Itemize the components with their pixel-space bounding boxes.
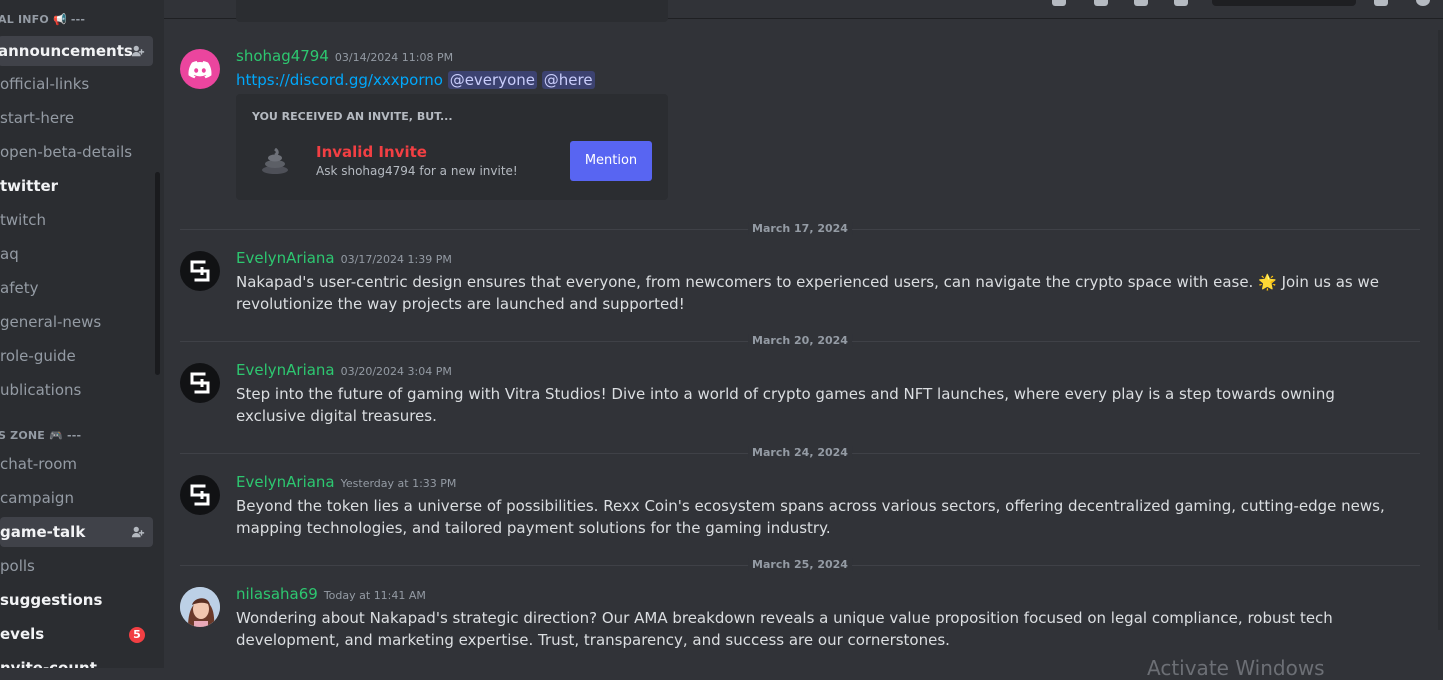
message-content: https://discord.gg/xxxporno @everyone @h… (236, 69, 1396, 91)
channel-levels[interactable]: evels 5 (0, 619, 153, 649)
message-content: Beyond the token lies a universe of poss… (236, 497, 1385, 537)
mention-everyone[interactable]: @everyone (447, 71, 537, 89)
invite-link[interactable]: https://discord.gg/xxxporno (236, 71, 443, 89)
channel-label: chat-room (0, 455, 78, 473)
discord-logo-icon (188, 61, 212, 79)
invite-title: Invalid Invite (316, 143, 427, 161)
mention-here[interactable]: @here (541, 71, 595, 89)
inbox-icon[interactable] (1374, 0, 1388, 6)
channel-label: aq (0, 245, 19, 263)
notification-bell-icon[interactable] (1094, 0, 1108, 6)
channel-faq[interactable]: aq (0, 239, 153, 269)
channel-label: announcements (0, 42, 133, 60)
username[interactable]: EvelynAriana 03/17/2024 1:39 PM (236, 249, 452, 267)
category-zone[interactable]: S ZONE 🎮 --- (0, 429, 81, 442)
previous-embed (236, 0, 668, 22)
channel-label: nvite-count (0, 659, 97, 668)
message-content: Step into the future of gaming with Vitr… (236, 385, 1335, 425)
invite-header: YOU RECEIVED AN INVITE, BUT... (252, 110, 453, 123)
username[interactable]: EvelynAriana Yesterday at 1:33 PM (236, 473, 456, 491)
date-divider-label: March 24, 2024 (748, 446, 852, 459)
channel-start-here[interactable]: start-here (0, 103, 153, 133)
member-list-icon[interactable] (1174, 0, 1188, 6)
channel-official-links[interactable]: official-links (0, 69, 153, 99)
avatar[interactable] (180, 49, 220, 89)
channel-polls[interactable]: polls (0, 551, 153, 581)
avatar[interactable] (180, 363, 220, 403)
mention-button[interactable]: Mention (570, 141, 652, 181)
poop-icon (262, 148, 288, 174)
threads-icon[interactable] (1052, 0, 1066, 6)
channel-label: open-beta-details (0, 143, 133, 161)
pin-icon[interactable] (1134, 0, 1148, 6)
channel-publications[interactable]: ublications (0, 375, 153, 405)
timestamp: 03/20/2024 3:04 PM (340, 365, 452, 378)
sparkle-emoji-icon: 🌟 (1258, 273, 1277, 291)
timestamp: 03/17/2024 1:39 PM (340, 253, 452, 266)
channel-role-guide[interactable]: role-guide (0, 341, 153, 371)
timestamp: Today at 11:41 AM (323, 589, 426, 602)
username[interactable]: shohag4794 03/14/2024 11:08 PM (236, 47, 453, 65)
channel-label: afety (0, 279, 39, 297)
nakapad-logo-icon (190, 260, 210, 282)
date-divider: March 17, 2024 (180, 222, 1420, 235)
username[interactable]: nilasaha69 Today at 11:41 AM (236, 585, 426, 603)
channel-label: start-here (0, 109, 75, 127)
channel-label: campaign (0, 489, 74, 507)
username[interactable]: EvelynAriana 03/20/2024 3:04 PM (236, 361, 452, 379)
channel-label: ublications (0, 381, 82, 399)
date-divider: March 24, 2024 (180, 446, 1420, 459)
message-content: Nakapad's user-centric design ensures th… (236, 273, 1379, 313)
avatar[interactable] (180, 251, 220, 291)
channel-announcements[interactable]: announcements (0, 36, 153, 66)
date-divider-label: March 20, 2024 (748, 334, 852, 347)
date-divider: March 25, 2024 (180, 558, 1420, 571)
channel-label: game-talk (0, 523, 86, 541)
user-photo-icon (180, 587, 220, 627)
mention-badge: 5 (129, 627, 145, 643)
channel-sidebar: AL INFO 📢 --- announcements official-lin… (0, 0, 164, 668)
channel-campaign[interactable]: campaign (0, 483, 153, 513)
avatar[interactable] (180, 475, 220, 515)
channel-label: official-links (0, 75, 90, 93)
message-content: Wondering about Nakapad's strategic dire… (236, 609, 1333, 649)
channel-label: role-guide (0, 347, 76, 365)
channel-twitter[interactable]: twitter (0, 171, 153, 201)
channel-safety[interactable]: afety (0, 273, 153, 303)
timestamp: Yesterday at 1:33 PM (340, 477, 457, 490)
channel-general-news[interactable]: general-news (0, 307, 153, 337)
channel-label: polls (0, 557, 35, 575)
date-divider-label: March 17, 2024 (748, 222, 852, 235)
avatar[interactable] (180, 587, 220, 627)
channel-label: evels (0, 625, 45, 643)
channel-label: suggestions (0, 591, 103, 609)
channel-chat-room[interactable]: chat-room (0, 449, 153, 479)
category-info[interactable]: AL INFO 📢 --- (0, 13, 85, 26)
add-member-icon[interactable] (131, 44, 145, 58)
channel-invite-count[interactable]: nvite-count (0, 653, 153, 668)
search-input[interactable] (1212, 0, 1356, 6)
date-divider-label: March 25, 2024 (748, 558, 852, 571)
channel-suggestions[interactable]: suggestions (0, 585, 153, 615)
channel-game-talk[interactable]: game-talk (0, 517, 153, 547)
channel-open-beta-details[interactable]: open-beta-details (0, 137, 153, 167)
invite-embed: YOU RECEIVED AN INVITE, BUT... Invalid I… (236, 94, 668, 200)
channel-label: general-news (0, 313, 102, 331)
invite-subtitle: Ask shohag4794 for a new invite! (316, 164, 518, 178)
add-member-icon[interactable] (131, 525, 145, 539)
channel-label: twitter (0, 177, 59, 195)
channel-twitch[interactable]: twitch (0, 205, 153, 235)
windows-activation-watermark: Activate Windows (1147, 656, 1325, 680)
channel-label: twitch (0, 211, 46, 229)
sidebar-scrollbar[interactable] (155, 172, 160, 375)
help-icon[interactable] (1416, 0, 1430, 6)
nakapad-logo-icon (190, 372, 210, 394)
nakapad-logo-icon (190, 484, 210, 506)
date-divider: March 20, 2024 (180, 334, 1420, 347)
chat-scrollbar[interactable] (1438, 30, 1443, 630)
timestamp: 03/14/2024 11:08 PM (334, 51, 454, 64)
